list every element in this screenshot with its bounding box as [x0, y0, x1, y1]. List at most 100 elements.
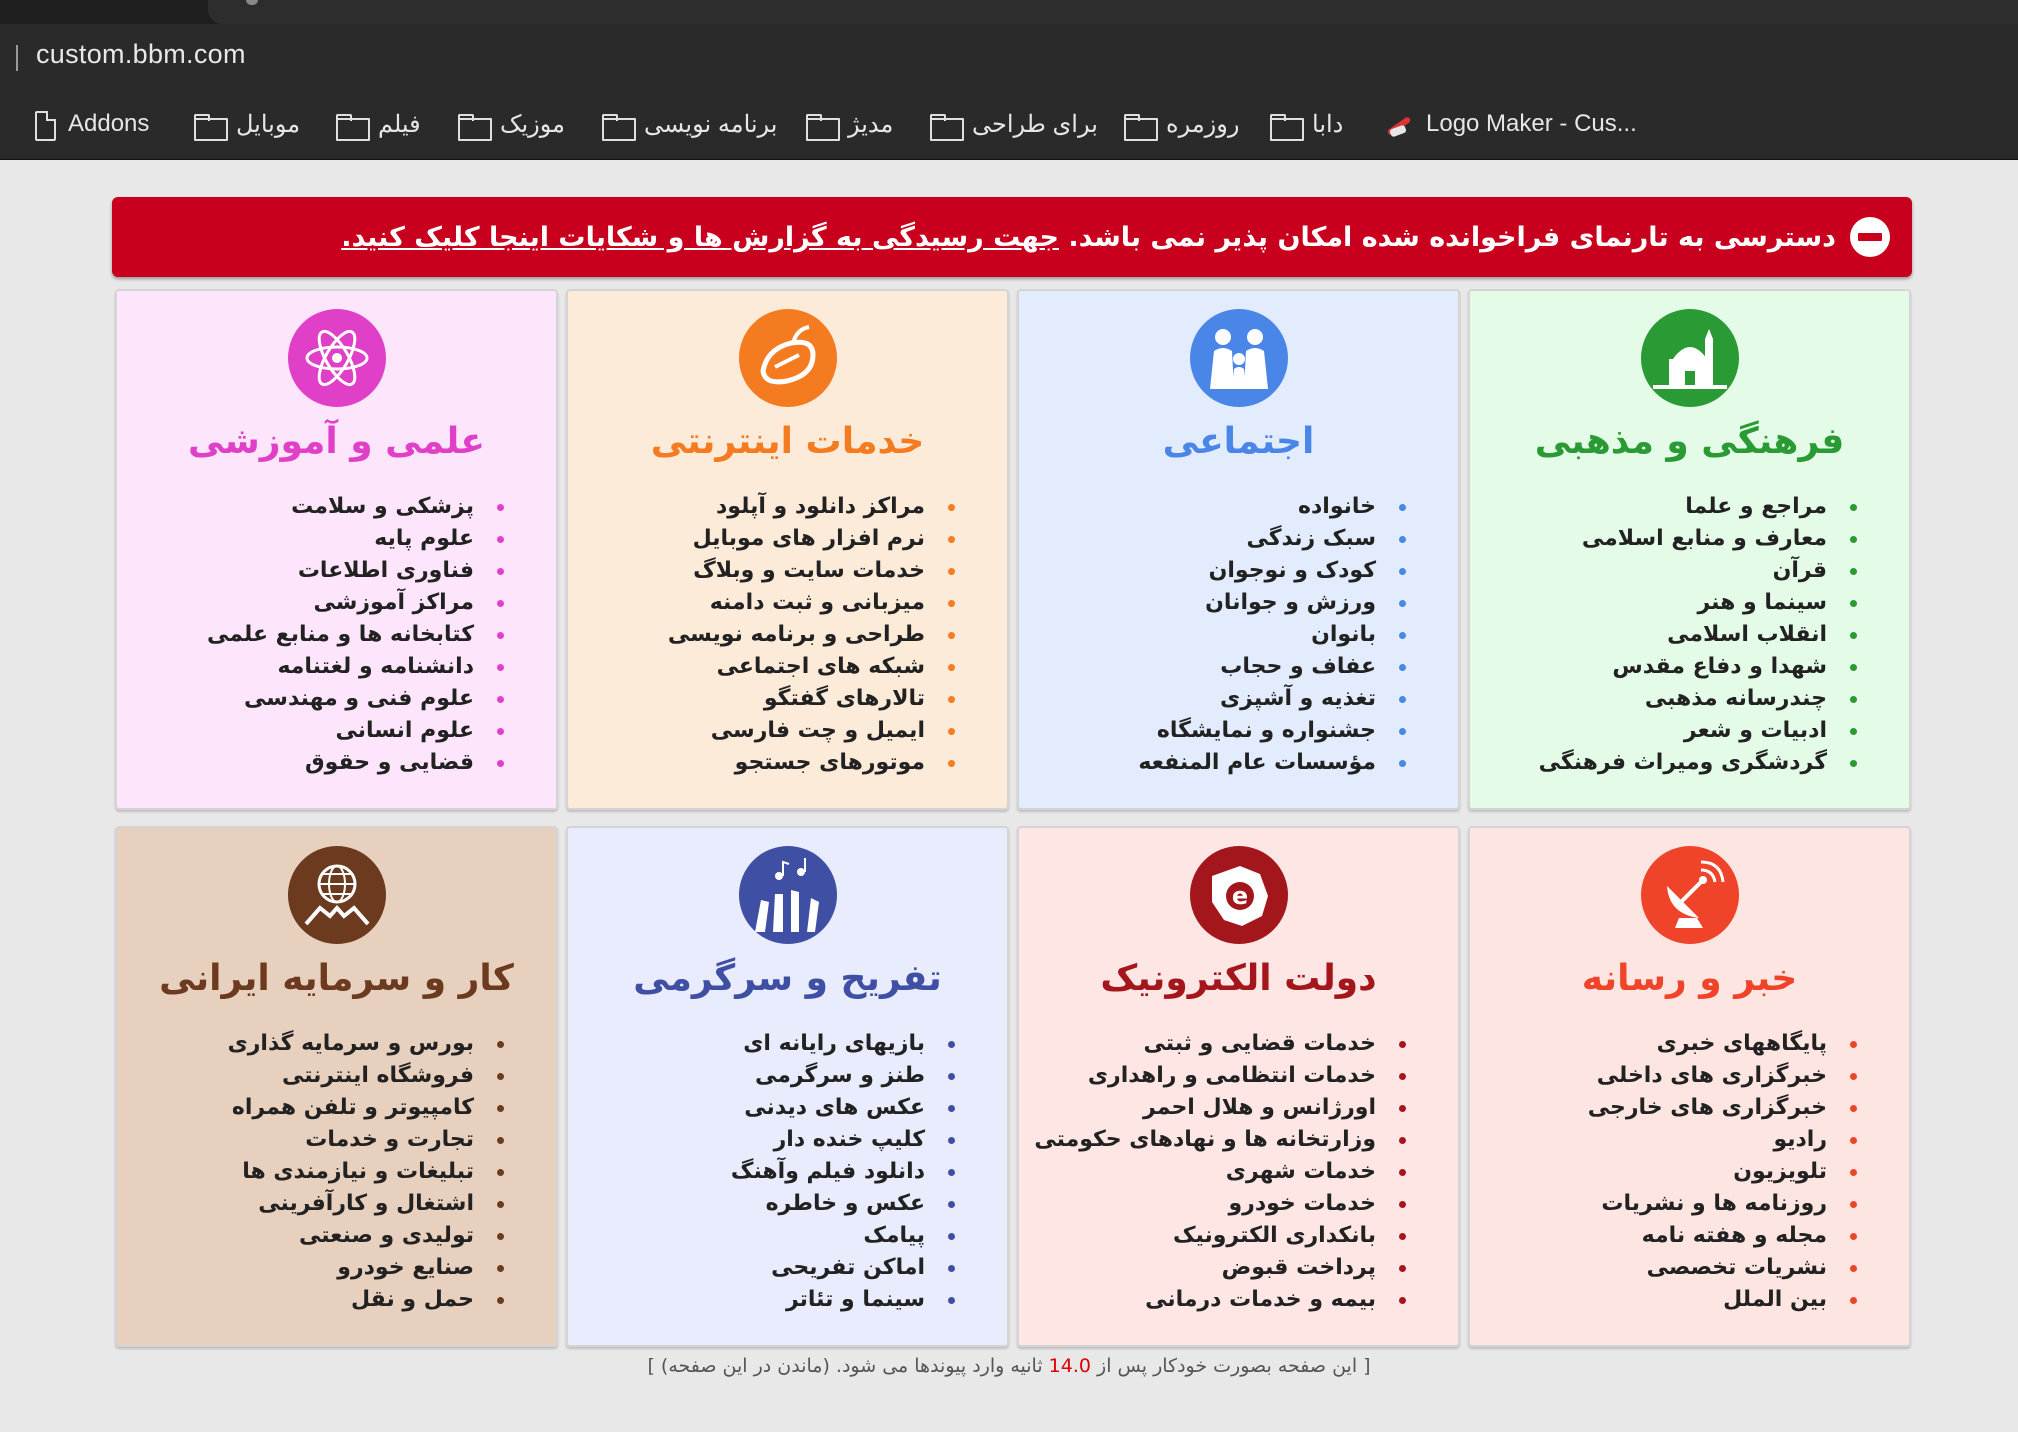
- category-link[interactable]: کلیپ خنده دار: [731, 1124, 961, 1156]
- category-link[interactable]: گردشگری ومیراث فرهنگی: [1539, 747, 1863, 779]
- category-link[interactable]: جشنواره و نمایشگاه: [1138, 715, 1412, 747]
- bookmark-logo-maker[interactable]: Logo Maker - Cus...: [1384, 108, 1637, 140]
- category-link[interactable]: پایگاههای خبری: [1588, 1028, 1863, 1060]
- category-link[interactable]: نرم افزار های موبایل: [668, 523, 961, 555]
- category-title[interactable]: علمی و آموزشی: [117, 421, 556, 462]
- category-link[interactable]: بانکداری الکترونیک: [1034, 1220, 1412, 1252]
- satellite-icon[interactable]: [1640, 846, 1739, 944]
- category-link[interactable]: مراکز آموزشی: [207, 587, 510, 619]
- category-link[interactable]: بازیهای رایانه ای: [731, 1028, 961, 1060]
- category-link[interactable]: عکس و خاطره: [731, 1188, 961, 1220]
- category-link[interactable]: اماکن تفریحی: [731, 1252, 961, 1284]
- category-link[interactable]: نشریات تخصصی: [1588, 1252, 1863, 1284]
- category-title[interactable]: اجتماعی: [1019, 421, 1458, 462]
- category-link[interactable]: شهدا و دفاع مقدس: [1539, 651, 1863, 683]
- category-link[interactable]: انقلاب اسلامی: [1539, 619, 1863, 651]
- category-link[interactable]: کامپیوتر و تلفن همراه: [228, 1092, 510, 1124]
- url-text[interactable]: custom.bbm.com: [36, 39, 246, 70]
- category-link[interactable]: تجارت و خدمات: [228, 1124, 510, 1156]
- bookmark-folder-film[interactable]: فیلم: [336, 108, 421, 141]
- category-link[interactable]: موتورهای جستجو: [668, 747, 961, 779]
- category-link[interactable]: مجله و هفته نامه: [1588, 1220, 1863, 1252]
- category-link[interactable]: علوم پایه: [207, 523, 510, 555]
- category-link[interactable]: پرداخت قبوض: [1034, 1252, 1412, 1284]
- category-link[interactable]: تغذیه و آشپزی: [1138, 683, 1412, 715]
- category-link[interactable]: ادبیات و شعر: [1539, 715, 1863, 747]
- bookmark-folder-music[interactable]: موزیک: [458, 108, 565, 141]
- category-link[interactable]: بیمه و خدمات درمانی: [1034, 1284, 1412, 1316]
- category-link[interactable]: دانلود فیلم وآهنگ: [731, 1156, 961, 1188]
- address-bar[interactable]: custom.bbm.com: [0, 24, 2018, 88]
- category-link[interactable]: خدمات قضایی و ثبتی: [1034, 1028, 1412, 1060]
- category-link[interactable]: خدمات انتظامی و راهداری: [1034, 1060, 1412, 1092]
- category-link[interactable]: فناوری اطلاعات: [207, 555, 510, 587]
- category-title[interactable]: خبر و رسانه: [1470, 958, 1909, 999]
- category-link[interactable]: اورژانس و هلال احمر: [1034, 1092, 1412, 1124]
- category-title[interactable]: دولت الکترونیک: [1019, 958, 1458, 999]
- category-link[interactable]: فروشگاه اینترنتی: [228, 1060, 510, 1092]
- category-title[interactable]: خدمات اینترنتی: [568, 421, 1007, 462]
- category-link[interactable]: دانشنامه و لغتنامه: [207, 651, 510, 683]
- category-title[interactable]: فرهنگی و مذهبی: [1470, 421, 1909, 462]
- category-link[interactable]: طراحی و برنامه نویسی: [668, 619, 961, 651]
- e-government-icon[interactable]: e: [1189, 846, 1288, 944]
- category-link[interactable]: ایمیل و چت فارسی: [668, 715, 961, 747]
- mouse-icon[interactable]: [738, 309, 837, 407]
- category-link[interactable]: خدمات سایت و وبلاگ: [668, 555, 961, 587]
- category-link[interactable]: علوم فنی و مهندسی: [207, 683, 510, 715]
- category-link[interactable]: روزنامه ها و نشریات: [1588, 1188, 1863, 1220]
- atom-icon[interactable]: [287, 309, 386, 407]
- browser-tab-area[interactable]: [208, 0, 2018, 24]
- category-link[interactable]: وزارتخانه ها و نهادهای حکومتی: [1034, 1124, 1412, 1156]
- category-link[interactable]: تلویزیون: [1588, 1156, 1863, 1188]
- mosque-icon[interactable]: [1640, 309, 1739, 407]
- category-link[interactable]: تالارهای گفتگو: [668, 683, 961, 715]
- category-link[interactable]: پیامک: [731, 1220, 961, 1252]
- category-link[interactable]: خبرگزاری های داخلی: [1588, 1060, 1863, 1092]
- category-link[interactable]: مراکز دانلود و آپلود: [668, 491, 961, 523]
- category-link[interactable]: بانوان: [1138, 619, 1412, 651]
- category-link[interactable]: قضایی و حقوق: [207, 747, 510, 779]
- bookmark-folder-design[interactable]: برای طراحی: [930, 108, 1098, 141]
- category-link[interactable]: مؤسسات عام المنفعه: [1138, 747, 1412, 779]
- category-link[interactable]: قرآن: [1539, 555, 1863, 587]
- category-link[interactable]: معارف و منابع اسلامی: [1539, 523, 1863, 555]
- business-globe-icon[interactable]: [287, 846, 386, 944]
- category-link[interactable]: بین الملل: [1588, 1284, 1863, 1316]
- category-link[interactable]: خدمات خودرو: [1034, 1188, 1412, 1220]
- category-link[interactable]: خبرگزاری های خارجی: [1588, 1092, 1863, 1124]
- bookmark-folder-mediz[interactable]: مدیژ: [806, 108, 893, 141]
- category-link[interactable]: شبکه های اجتماعی: [668, 651, 961, 683]
- category-link[interactable]: سبک زندگی: [1138, 523, 1412, 555]
- category-link[interactable]: مراجع و علما: [1539, 491, 1863, 523]
- category-link[interactable]: کودک و نوجوان: [1138, 555, 1412, 587]
- category-link[interactable]: علوم انسانی: [207, 715, 510, 747]
- category-link[interactable]: طنز و سرگرمی: [731, 1060, 961, 1092]
- report-complaint-link[interactable]: جهت رسیدگی به گزارش ها و شکایات اینجا کل…: [341, 222, 1059, 253]
- category-link[interactable]: تولیدی و صنعتی: [228, 1220, 510, 1252]
- category-link[interactable]: رادیو: [1588, 1124, 1863, 1156]
- category-title[interactable]: تفریح و سرگرمی: [568, 958, 1007, 999]
- bookmark-addons[interactable]: Addons: [32, 108, 149, 141]
- category-link[interactable]: میزبانی و ثبت دامنه: [668, 587, 961, 619]
- category-link[interactable]: خانواده: [1138, 491, 1412, 523]
- category-link[interactable]: تبلیغات و نیازمندی ها: [228, 1156, 510, 1188]
- category-link[interactable]: کتابخانه ها و منابع علمی: [207, 619, 510, 651]
- category-title[interactable]: کار و سرمایه ایرانی: [117, 958, 556, 999]
- redirect-text-after[interactable]: ثانیه وارد پیوندها می شود. (ماندن در این…: [647, 1355, 1042, 1377]
- category-link[interactable]: خدمات شهری: [1034, 1156, 1412, 1188]
- category-link[interactable]: بورس و سرمایه گذاری: [228, 1028, 510, 1060]
- category-link[interactable]: سینما و هنر: [1539, 587, 1863, 619]
- bookmark-folder-daily[interactable]: روزمره: [1124, 108, 1239, 141]
- family-icon[interactable]: [1189, 309, 1288, 407]
- bookmark-folder-mobile[interactable]: موبایل: [194, 108, 300, 141]
- category-link[interactable]: اشتغال و کارآفرینی: [228, 1188, 510, 1220]
- party-icon[interactable]: [738, 846, 837, 944]
- category-link[interactable]: عکس های دیدنی: [731, 1092, 961, 1124]
- category-link[interactable]: عفاف و حجاب: [1138, 651, 1412, 683]
- category-link[interactable]: چندرسانه مذهبی: [1539, 683, 1863, 715]
- bookmark-folder-daba[interactable]: دابا: [1270, 108, 1343, 141]
- category-link[interactable]: حمل و نقل: [228, 1284, 510, 1316]
- category-link[interactable]: سینما و تئاتر: [731, 1284, 961, 1316]
- category-link[interactable]: پزشکی و سلامت: [207, 491, 510, 523]
